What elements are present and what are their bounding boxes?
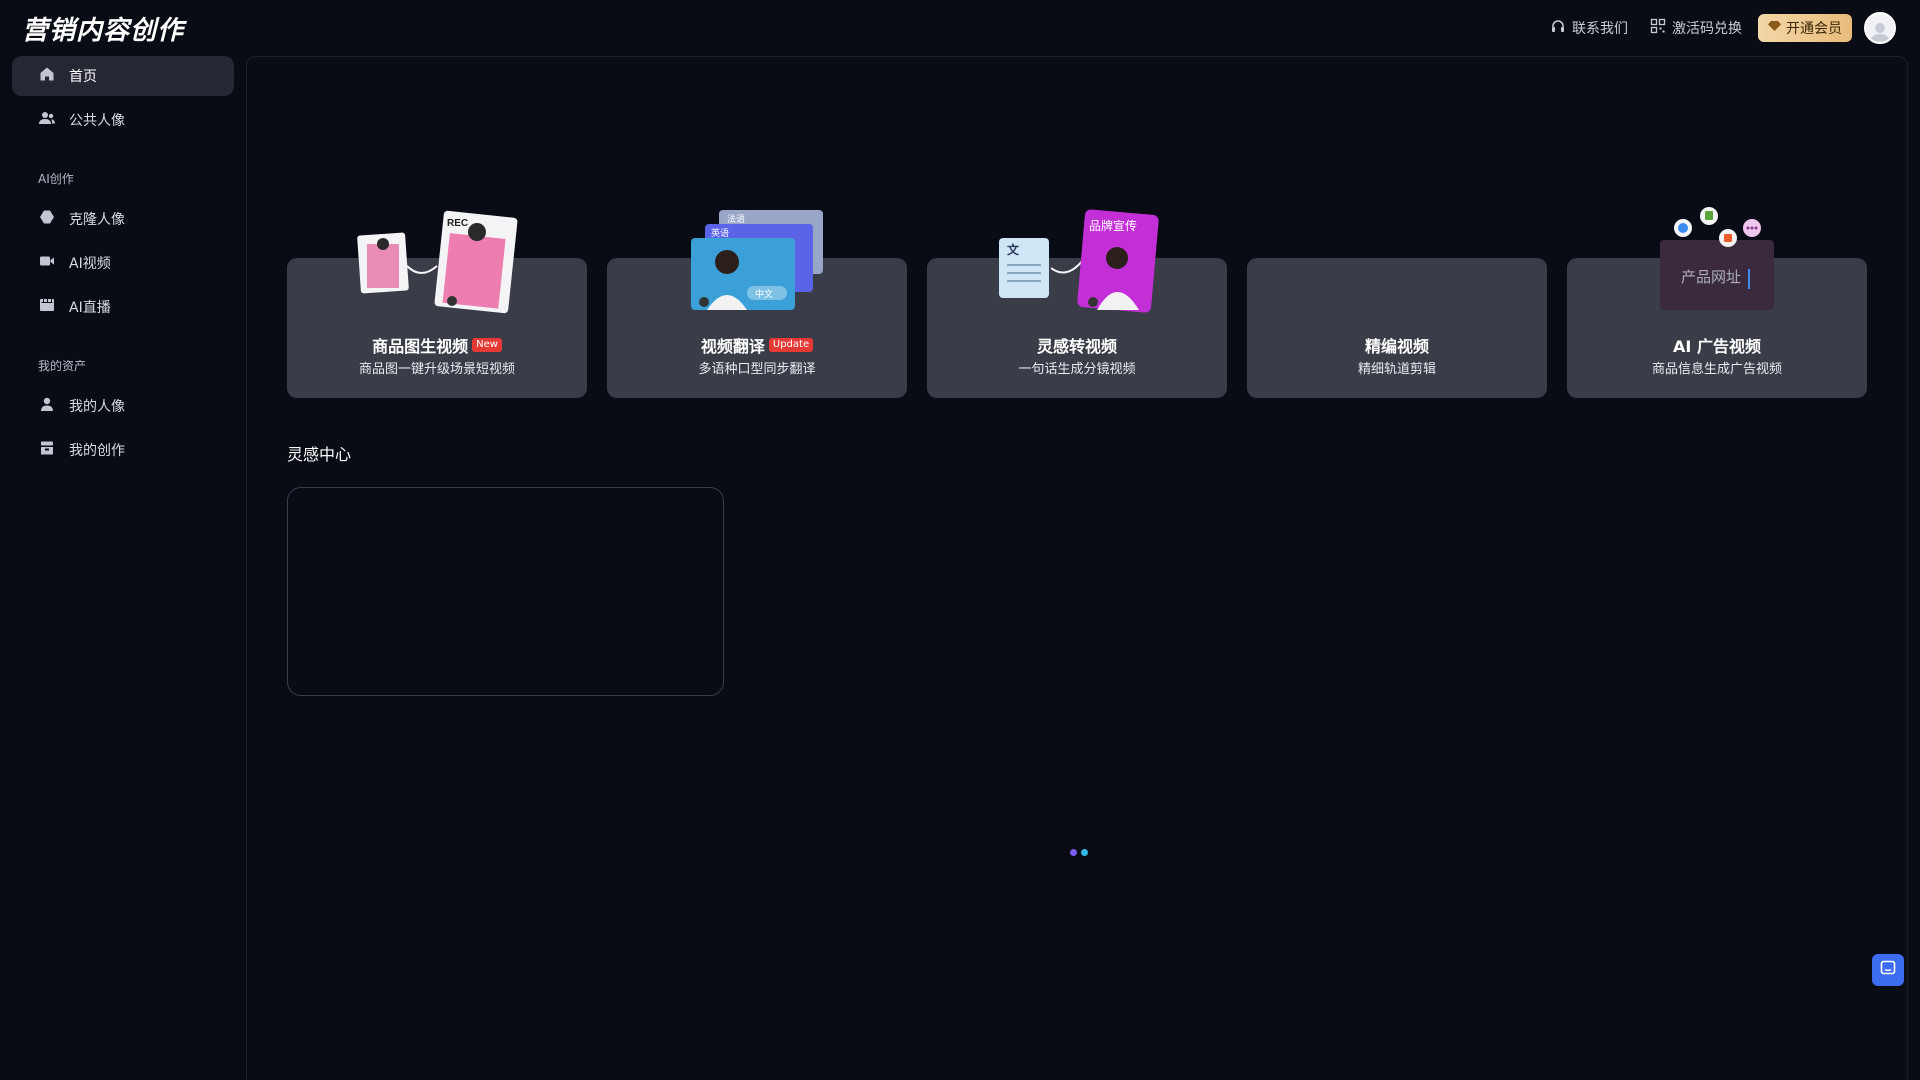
new-badge: New: [472, 338, 502, 352]
card-subtitle: 商品信息生成广告视频: [1651, 362, 1782, 377]
update-badge: Update: [768, 338, 814, 352]
grid-icon: [1650, 18, 1666, 38]
feature-cards: REC 商品图生视频 New 商品图一键升级场景短视频 法语 英语 中文 视频翻…: [287, 207, 1867, 398]
card-title: 精编视频: [1247, 333, 1547, 357]
lang-front-label: 中文: [755, 288, 773, 299]
rec-label: REC: [447, 218, 468, 229]
archive-icon: [39, 440, 55, 460]
card-subtitle: 精细轨道剪辑: [1357, 362, 1436, 377]
card-title: 视频翻译 Update: [607, 333, 907, 357]
sidebar-item-label: 我的人像: [69, 399, 125, 415]
headset-icon: [1550, 18, 1566, 38]
sidebar-item-label: 首页: [69, 69, 97, 85]
card-fine-editing[interactable]: 精编视频 精细轨道剪辑: [1247, 258, 1547, 398]
card-title: AI 广告视频: [1567, 333, 1867, 357]
home-icon: [39, 66, 55, 86]
product-to-video-illustration: REC: [357, 210, 518, 314]
sidebar-item-label: 克隆人像: [69, 212, 125, 228]
user-icon: [39, 396, 55, 416]
sidebar: 首页 公共人像 AI创作 克隆人像 AI视频 AI直播 我的资产 我的人像 我的…: [12, 56, 234, 474]
sidebar-item-ai-video[interactable]: AI视频: [12, 243, 234, 283]
live-icon: [39, 297, 55, 317]
sidebar-item-ai-live[interactable]: AI直播: [12, 287, 234, 327]
card-title-text: 精编视频: [1364, 337, 1429, 356]
sidebar-item-label: 我的创作: [69, 443, 125, 459]
card-title-text: 灵感转视频: [1036, 337, 1117, 356]
card-title-text: AI 广告视频: [1673, 337, 1761, 356]
card-subtitle: 商品图一键升级场景短视频: [358, 362, 515, 377]
video-icon: [39, 253, 55, 273]
section-my-assets: 我的资产: [38, 359, 87, 373]
loader-dot: [1070, 849, 1077, 856]
card-subtitle: 一句话生成分镜视频: [1018, 362, 1136, 377]
lang-back-label: 法语: [727, 213, 745, 224]
card-title-text: 视频翻译: [700, 337, 765, 356]
main-panel: REC 商品图生视频 New 商品图一键升级场景短视频 法语 英语 中文 视频翻…: [246, 56, 1908, 1080]
card-ai-ad-video[interactable]: 产品网址 AI 广告视频 商品信息生成广告视频: [1567, 207, 1867, 398]
brand-label: 品牌宣传: [1089, 218, 1137, 233]
chat-support-button[interactable]: [1872, 954, 1904, 986]
card-product-image-to-video[interactable]: REC 商品图生视频 New 商品图一键升级场景短视频: [287, 210, 587, 398]
loader-dot: [1081, 849, 1088, 856]
users-icon: [39, 110, 55, 130]
video-translation-illustration: 法语 英语 中文: [691, 210, 823, 310]
clone-icon: [39, 209, 55, 229]
user-avatar[interactable]: [1864, 12, 1896, 44]
card-video-translation[interactable]: 法语 英语 中文 视频翻译 Update 多语种口型同步翻译: [607, 210, 907, 398]
app-logo[interactable]: 营销内容创作: [22, 10, 184, 47]
card-title: 灵感转视频: [927, 333, 1227, 357]
sidebar-item-clone-portrait[interactable]: 克隆人像: [12, 199, 234, 239]
sidebar-item-label: AI视频: [69, 256, 111, 272]
vip-button[interactable]: 开通会员: [1758, 14, 1852, 42]
card-title-text: 商品图生视频: [372, 337, 469, 356]
inspiration-card-placeholder[interactable]: [287, 487, 724, 696]
sidebar-item-public-portraits[interactable]: 公共人像: [12, 100, 234, 140]
card-inspiration-to-video[interactable]: 文 品牌宣传 灵感转视频 一句话生成分镜视频: [927, 209, 1227, 398]
header-actions: 联系我们 激活码兑换 开通会员: [1550, 12, 1896, 44]
sidebar-item-home[interactable]: 首页: [12, 56, 234, 96]
redeem-code-link[interactable]: 激活码兑换: [1650, 18, 1742, 38]
avatar-person-icon: [1870, 23, 1890, 42]
inspiration-center-title: 灵感中心: [287, 445, 352, 464]
sidebar-item-label: AI直播: [69, 300, 111, 316]
diamond-icon: [1768, 20, 1781, 36]
loading-indicator: [1070, 849, 1088, 856]
inspiration-to-video-illustration: 文 品牌宣传: [999, 209, 1159, 313]
doc-label: 文: [1007, 242, 1020, 257]
section-ai-creation: AI创作: [38, 172, 74, 186]
vip-label: 开通会员: [1786, 21, 1842, 37]
contact-us-link[interactable]: 联系我们: [1550, 18, 1628, 38]
sidebar-item-my-creations[interactable]: 我的创作: [12, 430, 234, 470]
sidebar-item-my-portraits[interactable]: 我的人像: [12, 386, 234, 426]
card-subtitle: 多语种口型同步翻译: [698, 362, 816, 377]
ai-ad-video-illustration: 产品网址: [1660, 207, 1774, 310]
redeem-code-label: 激活码兑换: [1672, 21, 1742, 37]
top-header: 营销内容创作 联系我们 激活码兑换 开通会员: [0, 0, 1920, 56]
contact-us-label: 联系我们: [1572, 21, 1628, 37]
lang-mid-label: 英语: [711, 227, 729, 238]
url-input-label: 产品网址: [1681, 269, 1741, 286]
sidebar-item-label: 公共人像: [69, 113, 125, 129]
chat-icon: [1880, 960, 1896, 980]
card-title: 商品图生视频 New: [287, 333, 587, 357]
